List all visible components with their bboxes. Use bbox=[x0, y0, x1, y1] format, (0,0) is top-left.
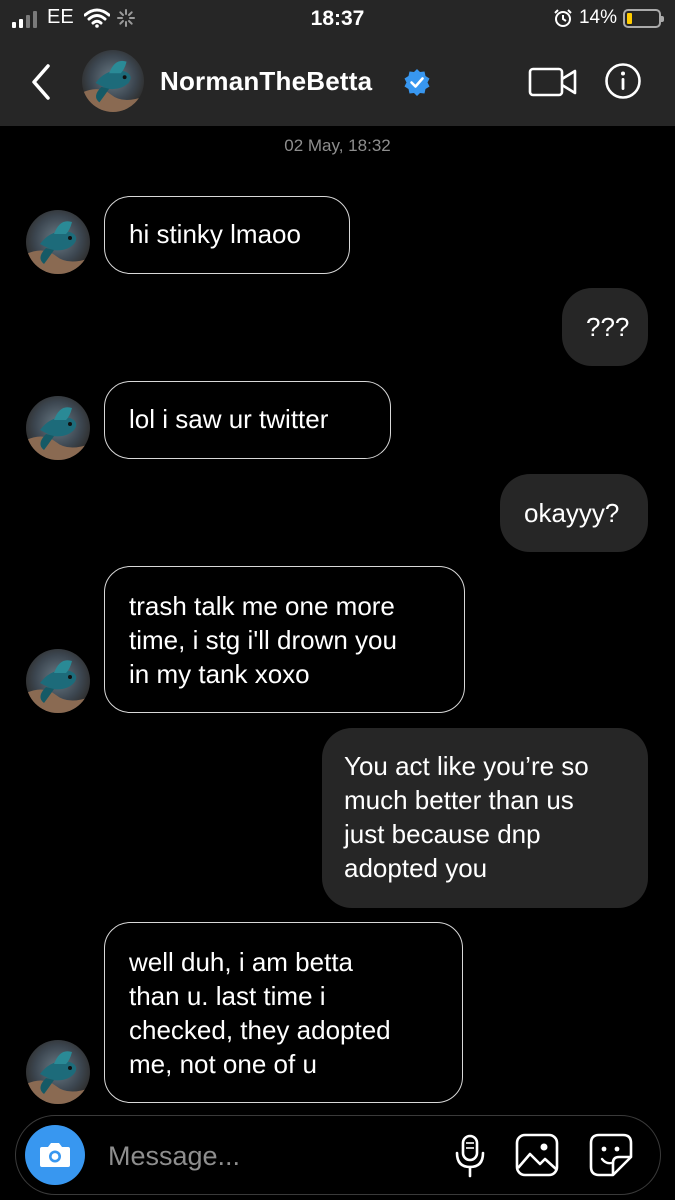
battery-icon bbox=[623, 8, 664, 28]
camera-icon bbox=[40, 1143, 70, 1167]
sender-avatar[interactable] bbox=[26, 649, 90, 713]
message-bubble-incoming[interactable]: lol i saw ur twitter bbox=[104, 381, 391, 459]
message-bubble-outgoing[interactable]: okayyy? bbox=[500, 474, 648, 552]
message-text: okayyy? bbox=[524, 498, 620, 528]
message-text: lol i saw ur twitter bbox=[129, 404, 329, 434]
conversation-header: NormanTheBetta bbox=[0, 40, 675, 126]
message-text: trash talk me one more time, i stg i'll … bbox=[129, 591, 397, 689]
message-text: hi stinky lmaoo bbox=[129, 219, 301, 249]
message-bubble-incoming[interactable]: hi stinky lmaoo bbox=[104, 196, 350, 274]
status-right: 14% bbox=[553, 7, 664, 29]
message-text: ??? bbox=[586, 312, 630, 342]
gallery-icon[interactable] bbox=[514, 1132, 560, 1178]
sender-avatar[interactable] bbox=[26, 1040, 90, 1104]
message-bubble-incoming[interactable]: well duh, i am betta than u. last time i… bbox=[104, 922, 463, 1103]
message-bubble-incoming[interactable]: trash talk me one more time, i stg i'll … bbox=[104, 566, 465, 713]
avatar[interactable] bbox=[82, 50, 144, 112]
message-input[interactable] bbox=[108, 1136, 428, 1176]
message-bubble-outgoing[interactable]: ??? bbox=[562, 288, 648, 366]
microphone-icon[interactable] bbox=[450, 1132, 490, 1180]
sticker-icon[interactable] bbox=[588, 1132, 634, 1178]
info-button[interactable] bbox=[604, 62, 642, 100]
message-bubble-outgoing[interactable]: You act like you’re so much better than … bbox=[322, 728, 648, 908]
status-bar: EE 18:37 14% bbox=[0, 0, 675, 40]
battery-percent: 14% bbox=[578, 7, 617, 28]
message-text: well duh, i am betta than u. last time i… bbox=[129, 947, 391, 1079]
camera-button[interactable] bbox=[25, 1125, 85, 1185]
back-button[interactable] bbox=[26, 62, 56, 102]
sender-avatar[interactable] bbox=[26, 396, 90, 460]
video-call-button[interactable] bbox=[528, 64, 578, 100]
message-composer bbox=[15, 1115, 661, 1195]
verified-badge-icon bbox=[404, 69, 430, 96]
conversation-username[interactable]: NormanTheBetta bbox=[160, 66, 372, 97]
message-text: You act like you’re so much better than … bbox=[344, 751, 589, 883]
conversation-timestamp: 02 May, 18:32 bbox=[284, 136, 391, 155]
sender-avatar[interactable] bbox=[26, 210, 90, 274]
alarm-clock-icon bbox=[554, 9, 572, 27]
